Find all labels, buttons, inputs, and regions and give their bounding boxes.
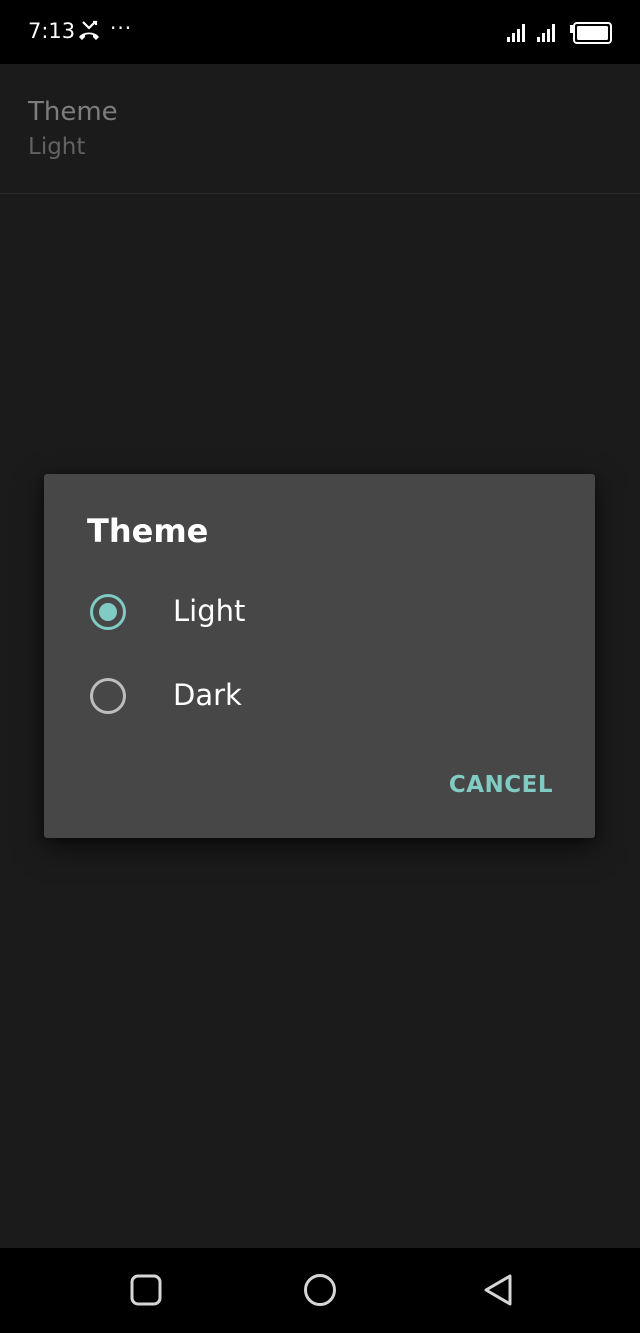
preference-title: Theme [28,97,118,127]
status-time: 7:13 [28,19,76,43]
radio-unchecked-icon[interactable] [90,678,126,714]
radio-checked-icon[interactable] [90,594,126,630]
option-light[interactable]: Light [44,570,595,654]
signal-icon [507,24,525,42]
dialog-title: Theme [87,512,209,550]
theme-preference-item[interactable]: Theme Light [0,64,640,194]
back-icon[interactable] [481,1272,517,1308]
screen: 7:13 ··· Theme Light Theme Light Dark CA… [0,0,640,1333]
option-dark[interactable]: Dark [44,654,595,738]
missed-call-icon [79,20,99,40]
home-icon[interactable] [302,1272,338,1308]
theme-dialog: Theme Light Dark CANCEL [44,474,595,838]
navigation-bar [0,1248,640,1333]
recent-apps-icon[interactable] [128,1272,164,1308]
divider [0,193,640,194]
cancel-button[interactable]: CANCEL [449,772,553,798]
status-bar: 7:13 ··· [0,0,640,64]
option-label: Dark [173,678,242,712]
battery-icon [570,22,612,44]
signal-icon [537,24,555,42]
more-icon: ··· [110,16,133,40]
option-label: Light [173,594,246,628]
preference-summary: Light [28,134,86,160]
